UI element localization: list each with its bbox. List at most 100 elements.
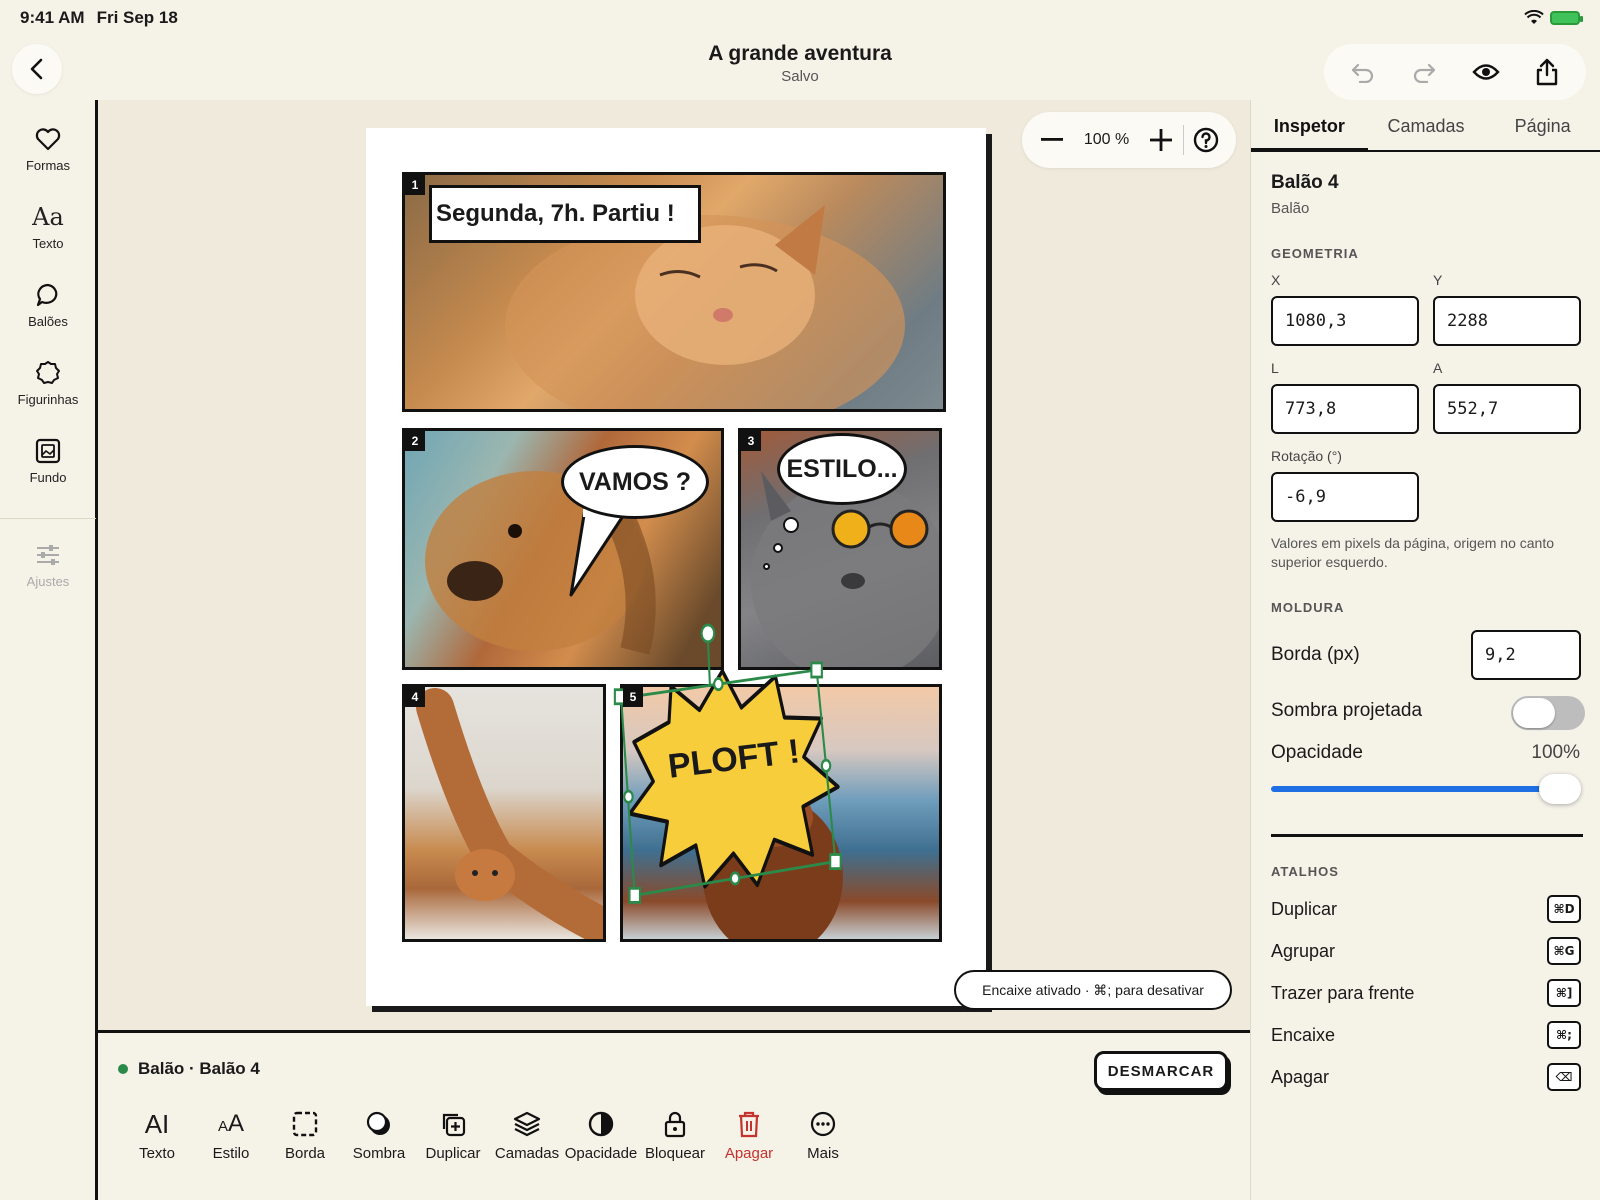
status-bar: 9:41 AM Fri Sep 18 — [0, 0, 1600, 36]
tool-rail: Formas Aa Texto Balões Figurinhas Fundo … — [0, 100, 98, 1200]
tab-inspector[interactable]: Inspetor — [1251, 100, 1368, 152]
shortcut-key: ⌘] — [1547, 979, 1581, 1007]
resize-handle[interactable] — [810, 661, 823, 679]
rail-item-text[interactable]: Aa Texto — [0, 202, 96, 251]
share-button[interactable] — [1527, 52, 1567, 92]
inspector-panel: Inspetor Camadas Página Balão 4 Balão GE… — [1250, 100, 1600, 1200]
tab-layers[interactable]: Camadas — [1368, 100, 1485, 150]
tool-duplicate[interactable]: Duplicar — [416, 1107, 490, 1162]
resize-handle[interactable] — [628, 886, 641, 904]
layers-icon — [513, 1111, 541, 1137]
divider — [1271, 834, 1583, 837]
zoom-out-button[interactable] — [1034, 122, 1070, 158]
top-bar: A grande aventura Salvo — [0, 36, 1600, 100]
thought-bubble[interactable]: ESTILO... — [777, 433, 907, 505]
tool-lock[interactable]: Bloquear — [638, 1107, 712, 1162]
eye-icon — [1472, 64, 1500, 80]
preview-button[interactable] — [1466, 52, 1506, 92]
undo-button[interactable] — [1343, 52, 1383, 92]
x-field[interactable]: 1080,3 — [1271, 296, 1419, 346]
resize-handle[interactable] — [729, 871, 741, 886]
battery-icon — [1550, 11, 1583, 25]
rail-item-label: Balões — [28, 314, 68, 329]
rail-item-label: Figurinhas — [17, 392, 79, 407]
share-icon — [1537, 58, 1558, 86]
section-shortcuts: ATALHOS — [1271, 864, 1339, 879]
panel-3[interactable]: 3 ESTILO... — [738, 428, 942, 670]
panel-4[interactable]: 4 — [402, 684, 606, 942]
redo-icon — [1414, 63, 1436, 83]
cat-stretch-photo — [416, 688, 603, 939]
resize-handle[interactable] — [713, 677, 724, 692]
shortcut-key: ⌘D — [1547, 895, 1581, 923]
shadow-toggle[interactable] — [1511, 696, 1585, 730]
zoom-level: 100 % — [1083, 131, 1130, 148]
canvas-area[interactable]: 1 Segunda, 7h. Partiu ! 2 VAMOS ? 3 ESTI… — [98, 100, 1250, 1032]
speech-bubble[interactable]: VAMOS ? — [561, 445, 709, 519]
selection-dot — [118, 1064, 128, 1074]
y-label: Y — [1433, 272, 1443, 288]
minus-icon — [1041, 138, 1063, 141]
help-button[interactable] — [1188, 122, 1224, 158]
rail-item-shapes[interactable]: Formas — [0, 124, 96, 173]
zoom-in-button[interactable] — [1143, 122, 1179, 158]
rail-item-adjustments[interactable]: Ajustes — [0, 540, 96, 589]
y-field[interactable]: 2288 — [1433, 296, 1581, 346]
resize-handle[interactable] — [829, 853, 842, 870]
panel-2[interactable]: 2 VAMOS ? — [402, 428, 724, 670]
selection-label: Balão · Balão 4 — [118, 1059, 260, 1079]
panel-1[interactable]: 1 Segunda, 7h. Partiu ! — [402, 172, 946, 412]
text-aa-icon: Aa — [32, 203, 64, 231]
opacity-slider-thumb[interactable] — [1539, 774, 1581, 804]
tool-more[interactable]: Mais — [786, 1107, 860, 1162]
comic-page[interactable]: 1 Segunda, 7h. Partiu ! 2 VAMOS ? 3 ESTI… — [366, 128, 986, 1006]
plus-icon — [1150, 129, 1172, 151]
rail-item-balloons[interactable]: Balões — [0, 280, 96, 329]
sliders-icon — [37, 545, 59, 565]
element-type: Balão — [1271, 200, 1310, 217]
tool-delete[interactable]: Apagar — [712, 1107, 786, 1162]
help-icon — [1193, 127, 1219, 153]
deselect-button[interactable]: DESMARCAR — [1094, 1051, 1228, 1091]
panel-number: 2 — [405, 431, 425, 451]
shortcut-row: Agrupar ⌘G — [1271, 936, 1581, 966]
tool-opacity[interactable]: Opacidade — [564, 1107, 638, 1162]
speech-tail — [569, 509, 627, 597]
width-field[interactable]: 773,8 — [1271, 384, 1419, 434]
height-label: A — [1433, 360, 1443, 376]
speech-bubble-icon — [36, 283, 58, 307]
status-time: 9:41 AM — [20, 8, 85, 27]
tool-style[interactable]: AA Estilo — [194, 1107, 268, 1162]
opacity-slider[interactable] — [1271, 786, 1561, 792]
redo-button[interactable] — [1404, 52, 1444, 92]
height-field[interactable]: 552,7 — [1433, 384, 1581, 434]
trash-icon — [739, 1111, 759, 1138]
shortcut-row: Duplicar ⌘D — [1271, 894, 1581, 924]
tab-page[interactable]: Página — [1484, 100, 1600, 150]
rail-item-label: Formas — [25, 158, 71, 173]
rotate-handle[interactable] — [700, 623, 716, 644]
tool-shadow[interactable]: Sombra — [342, 1107, 416, 1162]
thought-dot — [783, 517, 799, 533]
rail-item-stickers[interactable]: Figurinhas — [0, 358, 96, 407]
x-label: X — [1271, 272, 1281, 288]
panel-number: 3 — [741, 431, 761, 451]
tool-text[interactable]: AI Texto — [120, 1107, 194, 1163]
opacity-value: 100% — [1531, 742, 1580, 763]
rail-item-background[interactable]: Fundo — [0, 436, 96, 485]
resize-handle[interactable] — [820, 758, 832, 773]
tool-border[interactable]: Borda — [268, 1107, 342, 1162]
caption-box[interactable]: Segunda, 7h. Partiu ! — [429, 185, 701, 243]
resize-handle[interactable] — [623, 789, 634, 804]
rotation-label: Rotação (°) — [1271, 448, 1342, 464]
more-icon — [810, 1111, 836, 1137]
duplicate-icon — [442, 1113, 466, 1137]
border-field[interactable]: 9,2 — [1471, 630, 1581, 680]
tool-layers[interactable]: Camadas — [490, 1107, 564, 1162]
shortcut-key: ⌫ — [1547, 1063, 1581, 1091]
rotation-field[interactable]: -6,9 — [1271, 472, 1419, 522]
shortcut-key: ⌘; — [1547, 1021, 1581, 1049]
shortcut-row: Trazer para frente ⌘] — [1271, 978, 1581, 1008]
width-label: L — [1271, 360, 1279, 376]
tool-row: AI Texto AA Estilo Borda Sombra Duplicar… — [120, 1107, 860, 1163]
